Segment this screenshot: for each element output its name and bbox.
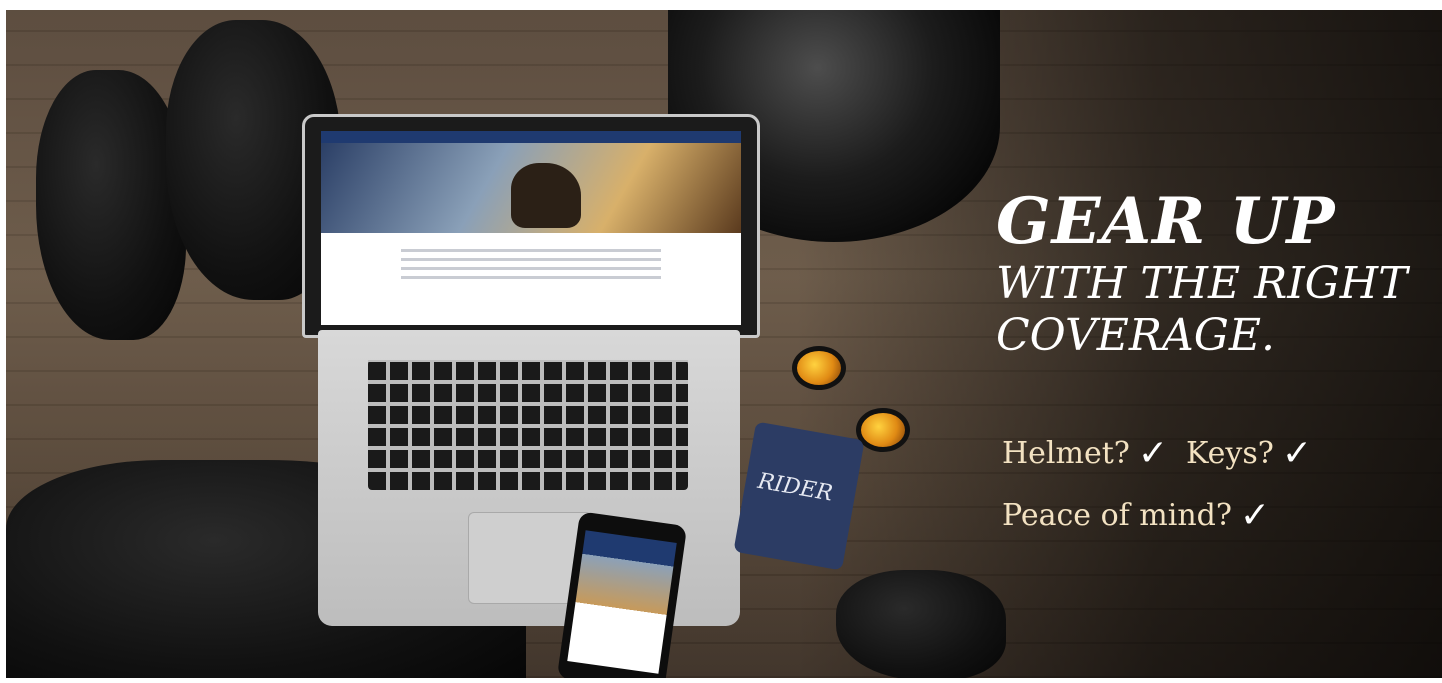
checkmark-icon: ✓ <box>1281 433 1312 474</box>
check-item-helmet: Helmet? <box>1002 436 1130 471</box>
phone-website-preview <box>567 530 677 674</box>
goggle-lens-left <box>792 346 846 390</box>
check-item-keys: Keys? <box>1186 436 1274 471</box>
headline-main: GEAR UP <box>996 184 1336 259</box>
website-hero-image <box>321 143 741 233</box>
insurance-card: RIDER <box>733 421 865 571</box>
keyboard <box>368 360 688 490</box>
promo-banner: RIDER GEAR UP WITH THE RIGHT COVERAGE. H… <box>6 10 1442 678</box>
goggle-lens-right <box>856 408 910 452</box>
headline: GEAR UP WITH THE RIGHT COVERAGE. <box>996 186 1436 362</box>
check-item-peace-of-mind: Peace of mind? <box>1002 498 1232 533</box>
checklist-row-2: Peace of mind? ✓ <box>1002 498 1312 534</box>
gloves <box>836 570 1006 678</box>
headline-sub-1: WITH THE RIGHT <box>996 258 1408 309</box>
card-brand-text: RIDER <box>755 468 835 507</box>
website-content-lines <box>321 233 741 295</box>
rider-figure <box>511 163 581 228</box>
checkmark-icon: ✓ <box>1137 433 1169 474</box>
laptop-website-preview <box>321 131 741 325</box>
laptop-screen <box>302 114 760 338</box>
checklist-row-1: Helmet? ✓ Keys? ✓ <box>1002 436 1312 472</box>
boot-left <box>36 70 186 340</box>
website-nav-bar <box>321 131 741 143</box>
headline-sub-2: COVERAGE. <box>996 310 1276 361</box>
smartphone <box>556 511 688 678</box>
checklist: Helmet? ✓ Keys? ✓ Peace of mind? ✓ <box>1002 436 1312 560</box>
checkmark-icon: ✓ <box>1239 495 1271 536</box>
